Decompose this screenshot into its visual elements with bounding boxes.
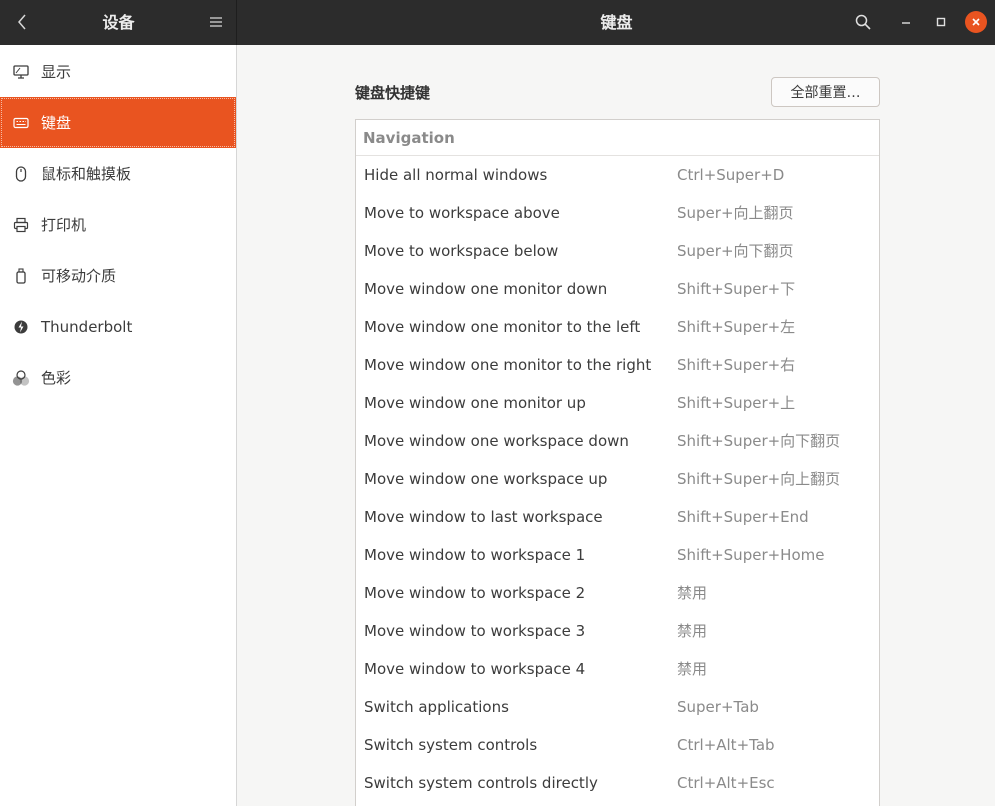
shortcut-accel: Super+向上翻页	[677, 204, 794, 222]
shortcut-accel: 禁用	[677, 660, 708, 678]
shortcut-accel: Super+Tab	[677, 698, 759, 716]
shortcut-row[interactable]: Move window to last workspace Shift+Super…	[356, 498, 879, 536]
shortcut-name: Move window one workspace down	[364, 432, 629, 450]
sidebar-item-label: 显示	[41, 63, 72, 81]
shortcut-row[interactable]: Move to workspace above Super+向上翻页	[356, 194, 879, 232]
shortcut-accel: Ctrl+Alt+Esc	[677, 774, 775, 792]
shortcut-row[interactable]: Move window one monitor up Shift+Super+上	[356, 384, 879, 422]
sidebar-item-label: 可移动介质	[41, 267, 117, 285]
shortcut-accel: 禁用	[677, 622, 708, 640]
shortcut-row[interactable]: Move window to workspace 1 Shift+Super+Ho…	[356, 536, 879, 574]
sidebar-item-color[interactable]: 色彩	[0, 352, 236, 403]
sidebar-item-mouse[interactable]: 鼠标和触摸板	[0, 148, 236, 199]
sidebar-title: 设备	[102, 13, 135, 32]
sidebar-item-label: 色彩	[41, 369, 72, 387]
shortcut-row[interactable]: Move window to workspace 2 禁用	[356, 574, 879, 612]
header-bar: 设备 键盘	[0, 0, 995, 45]
category-header: Navigation	[356, 120, 879, 156]
shortcut-name: Move window one monitor down	[364, 280, 608, 298]
sidebar-item-label: 打印机	[41, 216, 87, 234]
shortcut-name: Switch system controls	[364, 736, 538, 754]
shortcut-name: Move window to workspace 2	[364, 584, 586, 602]
keyboard-icon	[11, 113, 31, 133]
shortcut-name: Hide all normal windows	[364, 166, 548, 184]
search-button[interactable]	[850, 9, 876, 35]
shortcut-row[interactable]: Move window one monitor to the left Shift…	[356, 308, 879, 346]
shortcut-name: Switch system controls directly	[364, 774, 598, 792]
shortcut-accel: Super+向下翻页	[677, 242, 794, 260]
shortcut-accel: Shift+Super+上	[677, 394, 796, 412]
shortcut-row[interactable]: Move window one workspace down Shift+Supe…	[356, 422, 879, 460]
shortcut-accel: Shift+Super+右	[677, 356, 796, 374]
close-button[interactable]	[965, 11, 987, 33]
shortcut-name: Move window one monitor up	[364, 394, 586, 412]
main-panel: 键盘快捷键 全部重置… Navigation Hide all normal w…	[238, 45, 995, 806]
shortcut-accel: Shift+Super+向上翻页	[677, 470, 841, 488]
shortcut-row[interactable]: Hide all normal windows Ctrl+Super+D	[356, 156, 879, 194]
sidebar-item-display[interactable]: 显示	[0, 46, 236, 97]
page-title: 键盘	[600, 13, 633, 32]
shortcut-accel: Shift+Super+下	[677, 280, 796, 298]
shortcut-accel: Shift+Super+左	[677, 318, 796, 336]
shortcut-name: Move window to workspace 1	[364, 546, 586, 564]
shortcut-row[interactable]: Move window to workspace 4 禁用	[356, 650, 879, 688]
color-icon	[11, 368, 31, 388]
shortcut-accel: Shift+Super+向下翻页	[677, 432, 841, 450]
shortcut-row[interactable]: Move to workspace below Super+向下翻页	[356, 232, 879, 270]
sidebar-item-thunderbolt[interactable]: Thunderbolt	[0, 301, 236, 352]
display-icon	[11, 62, 31, 82]
shortcut-name: Move to workspace below	[364, 242, 559, 260]
sidebar-item-printer[interactable]: 打印机	[0, 199, 236, 250]
minimize-icon	[902, 22, 910, 24]
maximize-icon	[936, 17, 946, 27]
mouse-icon	[11, 164, 31, 184]
printer-icon	[11, 215, 31, 235]
removable-media-icon	[11, 266, 31, 286]
shortcut-list: Navigation Hide all normal windows Ctrl+S…	[355, 119, 880, 806]
shortcut-accel: Shift+Super+Home	[677, 546, 825, 564]
sidebar-item-keyboard[interactable]: 键盘	[0, 97, 236, 148]
sidebar-item-removable-media[interactable]: 可移动介质	[0, 250, 236, 301]
shortcut-name: Move to workspace above	[364, 204, 560, 222]
sidebar-header: 设备	[0, 0, 237, 45]
search-icon	[855, 14, 871, 30]
shortcut-accel: 禁用	[677, 584, 708, 602]
shortcut-name: Move window to workspace 3	[364, 622, 586, 640]
thunderbolt-icon	[11, 317, 31, 337]
shortcut-name: Move window one workspace up	[364, 470, 608, 488]
sidebar-item-label: Thunderbolt	[41, 317, 133, 336]
sidebar-item-label: 键盘	[41, 114, 72, 132]
reset-all-button[interactable]: 全部重置…	[771, 77, 880, 107]
maximize-button[interactable]	[929, 10, 953, 34]
shortcut-name: Switch applications	[364, 698, 509, 716]
shortcut-row[interactable]: Switch system controls directly Ctrl+Alt+…	[356, 764, 879, 802]
shortcut-row[interactable]: Switch system controls Ctrl+Alt+Tab	[356, 726, 879, 764]
minimize-button[interactable]	[894, 10, 918, 34]
shortcut-row[interactable]: Move window one monitor to the right Shif…	[356, 346, 879, 384]
hamburger-menu-icon	[210, 17, 222, 27]
shortcut-name: Move window one monitor to the left	[364, 318, 641, 336]
shortcut-name: Move window to workspace 4	[364, 660, 586, 678]
sidebar: 显示 键盘 鼠标和触摸板 打印机 可移动介质 Thunderbolt 色彩	[0, 45, 237, 806]
sidebar-item-label: 鼠标和触摸板	[41, 165, 132, 183]
menu-button[interactable]	[203, 9, 229, 35]
section-title: 键盘快捷键	[355, 84, 431, 102]
shortcut-row[interactable]: Switch applications Super+Tab	[356, 688, 879, 726]
shortcut-row[interactable]: Move window one monitor down Shift+Super+…	[356, 270, 879, 308]
shortcut-accel: Ctrl+Alt+Tab	[677, 736, 775, 754]
shortcut-row[interactable]: Move window to workspace 3 禁用	[356, 612, 879, 650]
shortcut-accel: Ctrl+Super+D	[677, 166, 785, 184]
shortcut-name: Move window to last workspace	[364, 508, 603, 526]
shortcut-row[interactable]: Move window one workspace up Shift+Super+…	[356, 460, 879, 498]
close-icon	[972, 18, 980, 26]
shortcut-name: Move window one monitor to the right	[364, 356, 652, 374]
shortcut-accel: Shift+Super+End	[677, 508, 809, 526]
